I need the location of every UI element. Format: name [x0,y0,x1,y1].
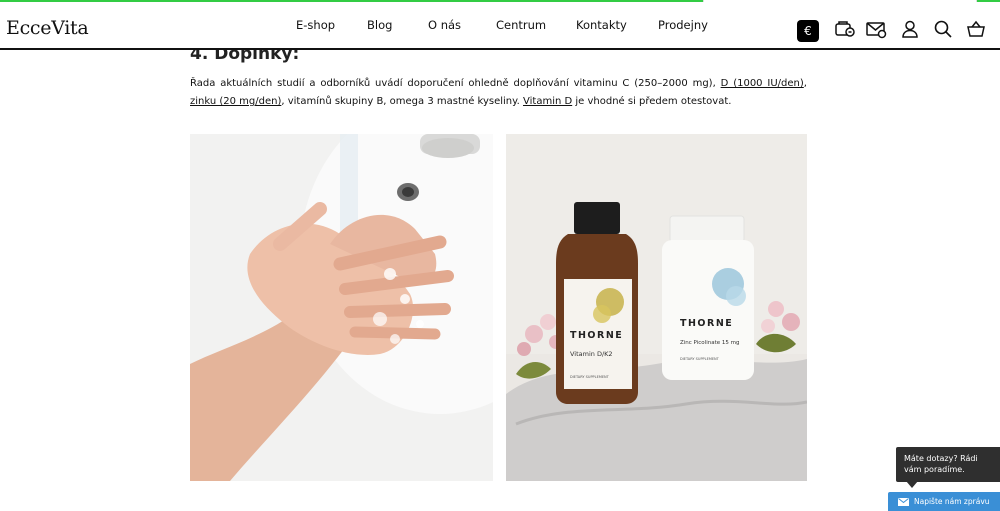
bottle-left-supplement: DIETARY SUPPLEMENT [570,375,610,379]
currency-switch-button[interactable]: € [797,20,819,42]
search-icon[interactable] [931,17,955,41]
supplements-photo: THORNE Vitamin D/K2 DIETARY SUPPLEMENT T… [506,134,807,481]
nav-blog[interactable]: Blog [367,18,392,32]
zinc-bottle: THORNE Zinc Picolinate 15 mg DIETARY SUP… [662,215,754,380]
nav-center[interactable]: Centrum [496,18,546,32]
bottle-right-brand: THORNE [680,318,733,329]
voucher-icon[interactable] [833,17,857,41]
chat-mail-icon [898,498,909,506]
nav-about[interactable]: O nás [428,18,461,32]
vitamin-d-link[interactable]: Vitamin D [523,96,572,107]
vitamin-d-dose-link[interactable]: D (1000 IU/den) [721,78,804,89]
mail-icon[interactable] [864,17,888,41]
nav-stores[interactable]: Prodejny [658,18,708,32]
chat-bubble: Máte dotazy? Rádi vám poradíme. [896,447,1000,482]
article-paragraph: Řada aktuálních studií a odborníků uvádí… [190,78,807,107]
bottle-left-brand: THORNE [570,330,623,341]
chat-bubble-tail [906,481,918,488]
site-header: EcceVita E-shop Blog O nás Centrum Konta… [0,2,1000,50]
user-icon[interactable] [898,17,922,41]
handwashing-photo [190,134,493,481]
cart-icon[interactable] [964,17,988,41]
chat-bubble-line1: Máte dotazy? Rádi [904,454,978,463]
bottle-left-label: Vitamin D/K2 [570,350,613,358]
bottle-right-supplement: DIETARY SUPPLEMENT [680,357,720,361]
nav-contacts[interactable]: Kontakty [576,18,627,32]
bottle-right-label: Zinc Picolinate 15 mg [680,340,739,346]
nav-eshop[interactable]: E-shop [296,18,335,32]
chat-bubble-line2: vám poradíme. [904,465,965,474]
zinc-link[interactable]: zinku (20 mg/den) [190,96,281,107]
logo[interactable]: EcceVita [6,17,89,39]
